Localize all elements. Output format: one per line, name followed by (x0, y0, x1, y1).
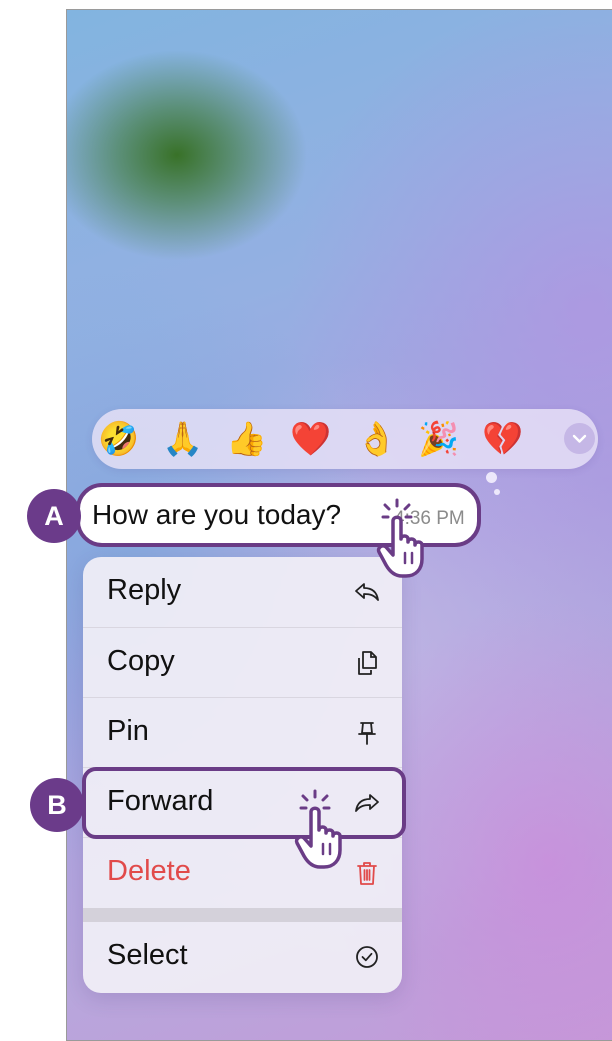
menu-item-select[interactable]: Select (83, 922, 402, 992)
message-text: How are you today? (92, 499, 342, 530)
menu-item-label: Reply (107, 574, 182, 606)
reaction-heart-emoji[interactable]: ❤️ (290, 421, 331, 457)
chevron-down-icon (572, 434, 587, 443)
menu-item-pin[interactable]: Pin (83, 698, 402, 768)
menu-item-reply[interactable]: Reply (83, 557, 402, 627)
reaction-bar-tail (486, 472, 497, 483)
reaction-party-popper-emoji[interactable]: 🎉 (418, 421, 459, 457)
reply-icon (355, 583, 379, 601)
forward-highlight (82, 767, 406, 839)
menu-section-gap (83, 908, 402, 922)
callout-badge-a: A (27, 489, 81, 543)
more-reactions-button[interactable] (564, 423, 595, 454)
reaction-bar-tail-dot (494, 489, 500, 495)
reaction-thumbs-up-emoji[interactable]: 👍 (226, 421, 267, 457)
copy-icon (358, 651, 377, 675)
reaction-broken-heart-emoji[interactable]: 💔 (482, 421, 523, 457)
tap-hand-icon (376, 498, 424, 578)
pin-icon (358, 722, 376, 745)
menu-item-label: Select (107, 939, 188, 971)
trash-icon (357, 862, 377, 885)
reaction-rofl-emoji[interactable]: 🤣 (98, 421, 139, 457)
reaction-pray-emoji[interactable]: 🙏 (162, 421, 203, 457)
tap-hand-icon (294, 789, 342, 869)
menu-item-label: Copy (107, 645, 175, 677)
check-circle-icon (356, 946, 378, 968)
menu-item-label: Delete (107, 855, 191, 887)
reaction-ok-hand-emoji[interactable]: 👌 (356, 421, 397, 457)
reaction-bar: 🤣 🙏 👍 ❤️ 👌 🎉 💔 (92, 409, 598, 469)
menu-item-label: Pin (107, 715, 149, 747)
callout-badge-b: B (30, 778, 84, 832)
menu-item-copy[interactable]: Copy (83, 628, 402, 698)
menu-item-delete[interactable]: Delete (83, 838, 402, 908)
